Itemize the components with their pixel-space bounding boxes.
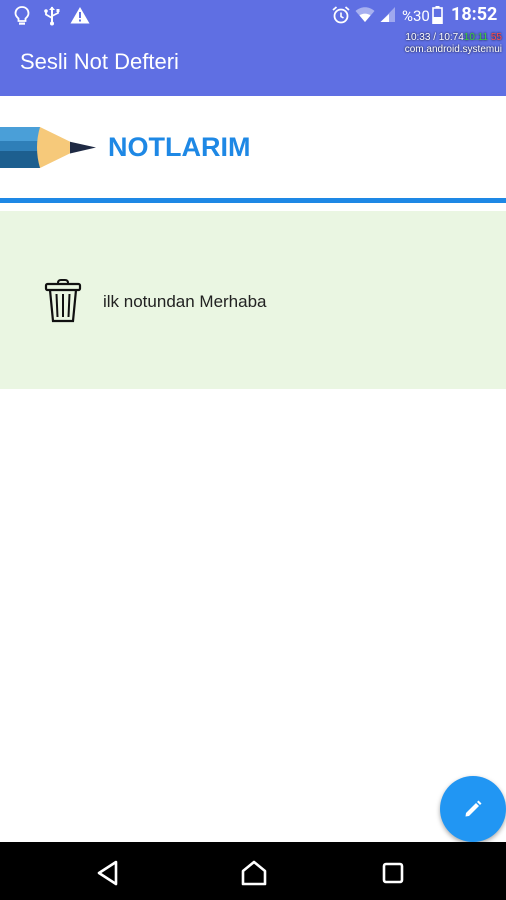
app-title: Sesli Not Defteri: [20, 49, 179, 74]
recents-icon[interactable]: [382, 862, 404, 884]
status-clock: 18:52: [451, 4, 498, 25]
signal-icon: [380, 7, 395, 22]
overlay-red: 55: [490, 32, 502, 43]
overlay-line-2: com.android.systemui: [404, 44, 502, 55]
app-bar: %30 18:52 10:33 / 10:7410:11 55 com.andr…: [0, 0, 506, 96]
system-nav-bar: [0, 842, 506, 900]
status-bar: %30 18:52: [0, 0, 506, 32]
wifi-icon: [355, 7, 375, 22]
warning-icon: [70, 7, 90, 24]
overlay-line-1: 10:33 / 10:7410:11 55: [405, 32, 502, 44]
back-icon[interactable]: [96, 860, 120, 886]
notes-header: NOTLARIM: [0, 96, 506, 199]
note-text[interactable]: ilk notundan Merhaba: [103, 292, 267, 312]
bulb-icon: [14, 6, 30, 25]
debug-overlay: 10:33 / 10:7410:11 55 com.android.system…: [405, 32, 502, 56]
pencil-icon: [465, 800, 482, 817]
new-note-fab[interactable]: [440, 776, 506, 842]
home-icon[interactable]: [240, 860, 268, 886]
page-title: NOTLARIM: [108, 132, 251, 162]
pencil-icon: [0, 127, 96, 168]
alarm-icon: [332, 6, 350, 24]
overlay-green: 10:11: [463, 32, 489, 43]
battery-icon: [432, 6, 443, 24]
usb-icon: [44, 6, 60, 26]
battery-percent: %30: [402, 7, 430, 25]
trash-icon[interactable]: [44, 279, 82, 323]
header-divider: [0, 198, 506, 203]
overlay-prefix: 10:33 / 10:74: [405, 32, 464, 43]
